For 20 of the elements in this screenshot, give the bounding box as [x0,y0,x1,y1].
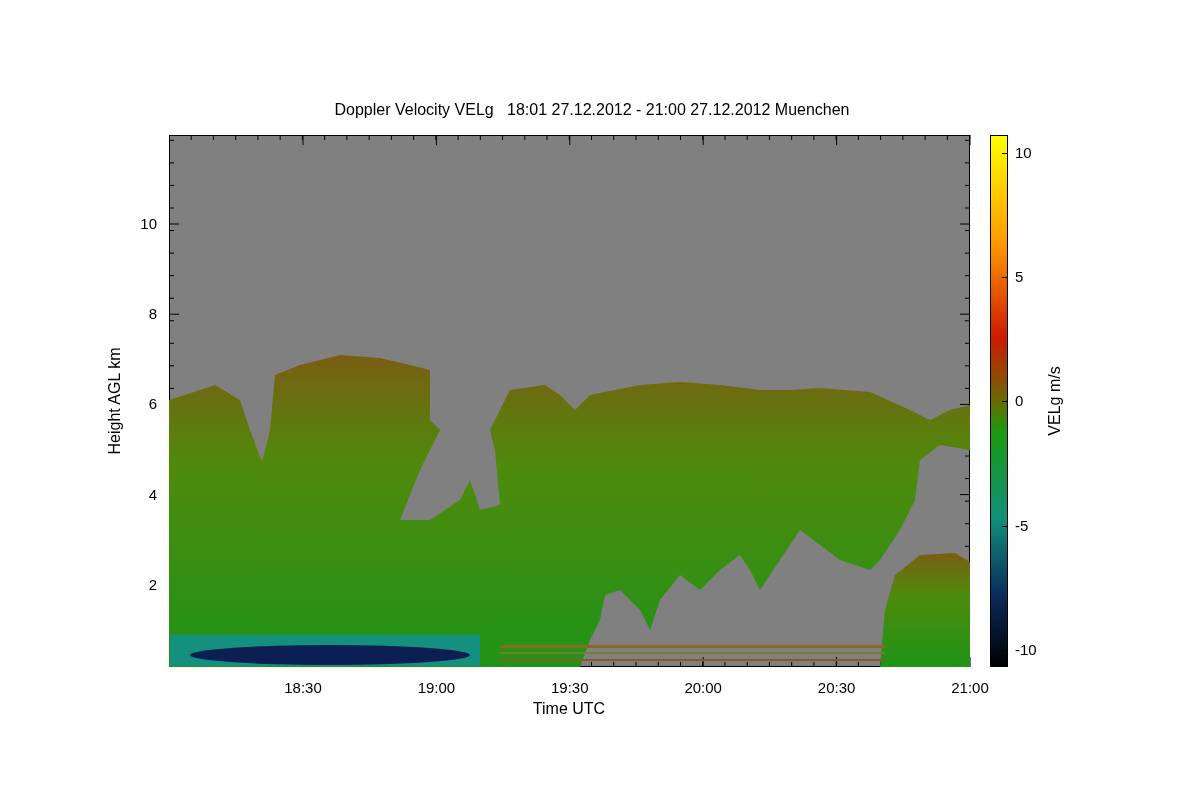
colorbar-tick-label: -5 [1015,516,1029,534]
x-tick-label: 21:00 [951,679,989,696]
colorbar-tick-label: 10 [1015,144,1032,161]
x-tick-label: 19:00 [417,679,456,696]
y-tick-label: 2 [148,575,157,593]
colorbar-label: VELg m/s [1046,366,1063,436]
y-axis-label: Height AGL km [106,347,123,455]
x-tick-label: 19:30 [551,679,589,696]
colorbar-tick-label: 5 [1015,268,1024,286]
x-axis-label: Time UTC [532,700,606,717]
y-tick-label: 6 [148,395,157,413]
y-tick-label: 10 [140,215,157,232]
x-tick-label: 20:30 [817,679,856,696]
chart-title: Doppler Velocity VELg 18:01 27.12.2012 - 21:00 27.12.2012 Muenchen [334,101,850,118]
colorbar-tick-label: 0 [1015,392,1024,410]
colorbar-tick-label: -10 [1015,640,1037,658]
y-tick-label: 8 [148,305,157,323]
x-tick-label: 20:00 [684,679,722,696]
y-tick-label: 4 [148,485,157,503]
x-tick-label: 18:30 [284,679,322,696]
